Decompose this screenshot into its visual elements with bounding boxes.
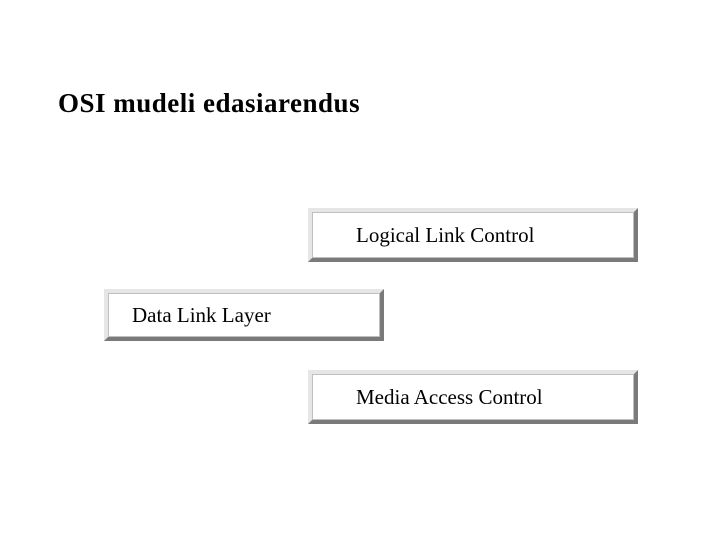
- box-data-link-layer: Data Link Layer: [104, 289, 384, 341]
- box-media-access-control: Media Access Control: [308, 370, 638, 424]
- box-label: Media Access Control: [356, 385, 543, 410]
- box-logical-link-control: Logical Link Control: [308, 208, 638, 262]
- slide: OSI mudeli edasiarendus Logical Link Con…: [0, 0, 720, 540]
- box-label: Logical Link Control: [356, 223, 534, 248]
- box-label: Data Link Layer: [132, 303, 271, 328]
- slide-title: OSI mudeli edasiarendus: [58, 88, 360, 119]
